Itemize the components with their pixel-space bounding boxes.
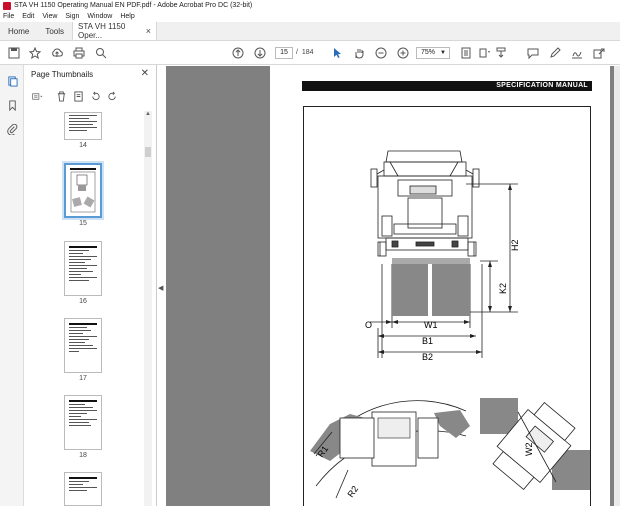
delete-page-icon[interactable] bbox=[54, 89, 68, 103]
thumbnail-page-17[interactable]: 17 bbox=[64, 318, 104, 382]
menu-bar: File Edit View Sign Window Help bbox=[0, 11, 620, 22]
tab-bar: Home Tools STA VH 1150 Oper... × bbox=[0, 22, 620, 41]
fit-page-icon[interactable] bbox=[459, 46, 473, 60]
thumbnail-page-16[interactable]: 16 bbox=[64, 241, 104, 305]
tab-home[interactable]: Home bbox=[0, 22, 37, 40]
panel-title: Page Thumbnails bbox=[31, 70, 94, 79]
thumbnail-label: 17 bbox=[79, 375, 87, 382]
page-count: 184 bbox=[301, 49, 314, 56]
label-w1: W1 bbox=[424, 320, 438, 330]
label-b2: B2 bbox=[422, 352, 433, 362]
zoom-select[interactable]: 75% ▼ bbox=[416, 47, 450, 59]
thumbnail-scrollbar[interactable]: ▲ bbox=[144, 111, 152, 506]
thumbnails-panel: Page Thumbnails ✕ 14 15 16 17 18 ▲ bbox=[24, 65, 157, 506]
thumbnail-drawing bbox=[70, 168, 96, 213]
thumbnail-image bbox=[64, 241, 102, 296]
menu-edit[interactable]: Edit bbox=[22, 13, 34, 20]
menu-sign[interactable]: Sign bbox=[65, 13, 79, 20]
page-thumbnails-icon[interactable] bbox=[5, 74, 19, 88]
thumbnail-label: 16 bbox=[79, 298, 87, 305]
sign-icon[interactable] bbox=[570, 46, 584, 60]
label-w2: W2 bbox=[524, 443, 534, 457]
tab-document[interactable]: STA VH 1150 Oper... × bbox=[72, 22, 158, 40]
scroll-mode-icon[interactable] bbox=[478, 46, 492, 60]
technical-drawing: H2 K2 W1 B1 B2 O R1 R2 W2 bbox=[310, 150, 590, 499]
title-bar: STA VH 1150 Operating Manual EN PDF.pdf … bbox=[0, 0, 620, 11]
thumbnail-image bbox=[64, 163, 102, 218]
tab-tools[interactable]: Tools bbox=[37, 22, 72, 40]
thumbnail-page-14[interactable]: 14 bbox=[64, 112, 104, 149]
next-page-icon[interactable] bbox=[253, 46, 267, 60]
label-b1: B1 bbox=[422, 336, 433, 346]
comment-icon[interactable] bbox=[526, 46, 540, 60]
label-h2: H2 bbox=[510, 239, 520, 251]
share-icon[interactable] bbox=[592, 46, 606, 60]
thumbnail-label: 14 bbox=[79, 142, 87, 149]
pen-icon[interactable] bbox=[548, 46, 562, 60]
hand-tool-icon[interactable] bbox=[352, 46, 366, 60]
thumbnail-image bbox=[64, 112, 102, 140]
scrollbar-thumb[interactable] bbox=[145, 147, 151, 157]
attachment-icon[interactable] bbox=[5, 122, 19, 136]
acrobat-logo-icon bbox=[3, 1, 11, 10]
rotate-right-icon[interactable] bbox=[105, 89, 119, 103]
label-o: O bbox=[365, 320, 372, 330]
thumbnail-tools bbox=[27, 88, 155, 104]
bookmark-icon[interactable] bbox=[5, 98, 19, 112]
options-menu-icon[interactable] bbox=[27, 89, 47, 103]
menu-help[interactable]: Help bbox=[120, 13, 134, 20]
label-k2: K2 bbox=[498, 283, 508, 294]
upload-cloud-icon[interactable] bbox=[50, 46, 64, 60]
zoom-in-icon[interactable] bbox=[396, 46, 410, 60]
menu-view[interactable]: View bbox=[42, 13, 57, 20]
left-rail bbox=[0, 65, 24, 506]
save-icon[interactable] bbox=[7, 46, 21, 60]
print-icon[interactable] bbox=[72, 46, 86, 60]
thumbnail-image bbox=[64, 472, 102, 506]
label-r2: R2 bbox=[345, 484, 360, 499]
document-viewport[interactable]: SPECIFICATION MANUAL H2 K2 W1 B1 B2 O R1… bbox=[166, 66, 620, 506]
menu-window[interactable]: Window bbox=[87, 13, 112, 20]
close-icon[interactable]: × bbox=[146, 26, 151, 36]
read-aloud-icon[interactable] bbox=[494, 46, 508, 60]
thumbnail-label: 15 bbox=[79, 220, 87, 227]
thumbnail-image bbox=[64, 318, 102, 373]
window-title: STA VH 1150 Operating Manual EN PDF.pdf … bbox=[14, 2, 253, 9]
search-icon[interactable] bbox=[94, 46, 108, 60]
page-number-input[interactable]: 15 bbox=[275, 47, 293, 59]
thumbnail-page-15[interactable]: 15 bbox=[64, 163, 104, 227]
zoom-out-icon[interactable] bbox=[374, 46, 388, 60]
chevron-down-icon: ▼ bbox=[440, 50, 446, 56]
extract-page-icon[interactable] bbox=[71, 89, 85, 103]
menu-file[interactable]: File bbox=[3, 13, 14, 20]
close-panel-icon[interactable]: ✕ bbox=[141, 68, 149, 79]
thumbnail-page-18[interactable]: 18 bbox=[64, 395, 104, 459]
thumbnail-image bbox=[64, 395, 102, 450]
page-total: / 184 bbox=[296, 49, 314, 56]
document-scrollbar[interactable] bbox=[614, 66, 620, 506]
previous-page-icon[interactable] bbox=[231, 46, 245, 60]
rotate-left-icon[interactable] bbox=[88, 89, 102, 103]
zoom-value: 75% bbox=[421, 49, 436, 56]
scroll-up-icon[interactable]: ▲ bbox=[145, 111, 151, 117]
bookmark-star-icon[interactable] bbox=[28, 46, 42, 60]
select-cursor-icon[interactable] bbox=[330, 46, 344, 60]
toolbar: 15 / 184 75% ▼ bbox=[0, 41, 620, 65]
thumbnail-page-19[interactable] bbox=[64, 472, 104, 506]
tab-document-label: STA VH 1150 Oper... bbox=[78, 22, 126, 40]
collapse-panel-icon[interactable]: ◀ bbox=[158, 284, 163, 292]
thumbnail-label: 18 bbox=[79, 452, 87, 459]
pdf-page: SPECIFICATION MANUAL H2 K2 W1 B1 B2 O R1… bbox=[270, 66, 610, 506]
